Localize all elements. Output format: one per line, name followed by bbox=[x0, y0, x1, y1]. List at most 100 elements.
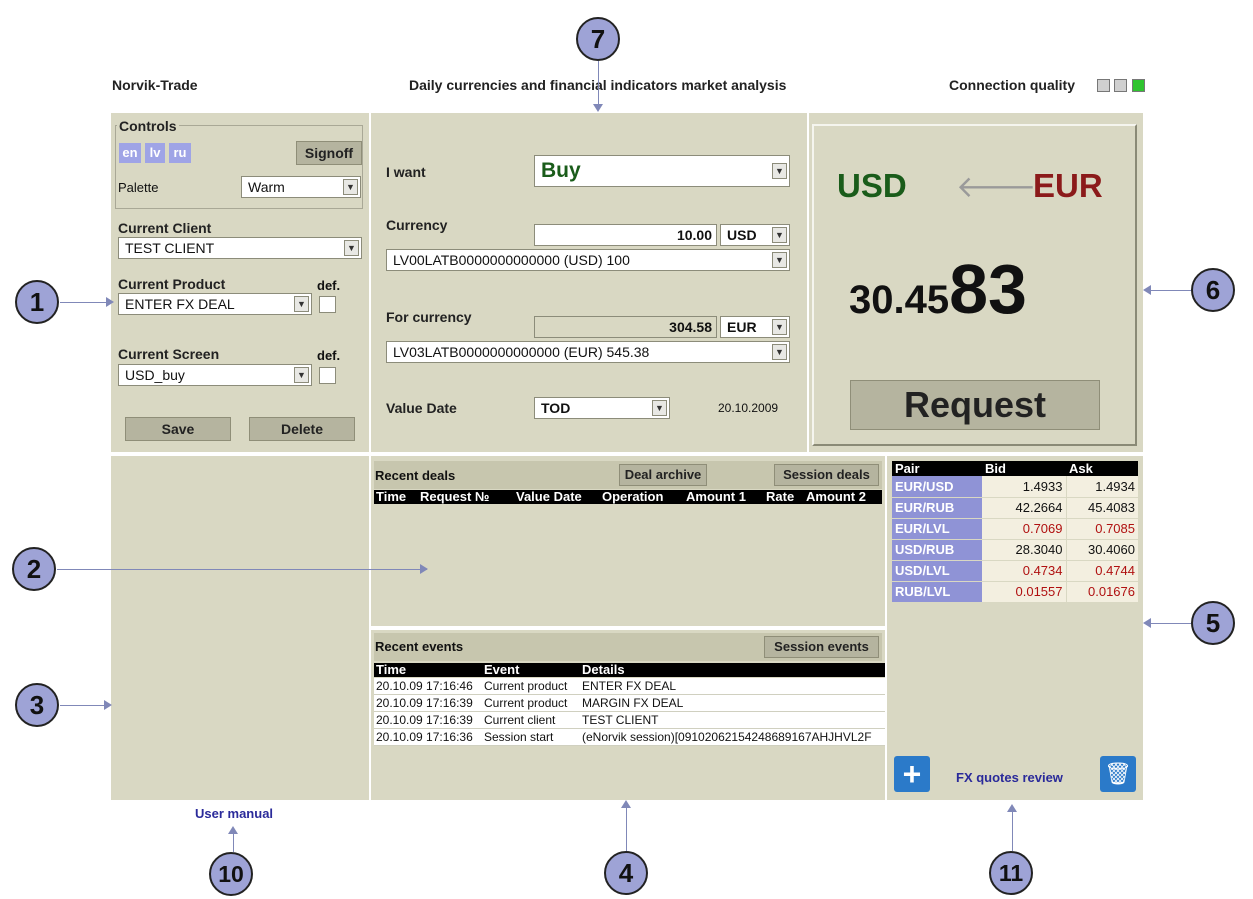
chevron-down-icon: ▼ bbox=[294, 367, 309, 383]
currency-code-select[interactable]: USD ▼ bbox=[720, 224, 790, 246]
column-header: Amount 2 bbox=[806, 489, 866, 504]
rate-pair: USD/LVL bbox=[892, 560, 982, 582]
rate-pair: EUR/USD bbox=[892, 476, 982, 498]
event-row: 20.10.09 17:16:36 Session start (eNorvik s… bbox=[374, 729, 885, 746]
i-want-label: I want bbox=[386, 164, 426, 180]
event-type: Session start bbox=[484, 730, 554, 744]
chevron-down-icon: ▼ bbox=[772, 227, 787, 243]
trash-icon[interactable]: 🗑 bbox=[1100, 756, 1136, 792]
callout-arrow bbox=[1012, 808, 1013, 851]
arrow-right-icon bbox=[106, 297, 114, 307]
palette-value: Warm bbox=[248, 179, 285, 195]
connection-quality-label: Connection quality bbox=[949, 77, 1075, 93]
event-details: MARGIN FX DEAL bbox=[582, 696, 684, 710]
current-screen-select[interactable]: USD_buy ▼ bbox=[118, 364, 312, 386]
screen-def-label: def. bbox=[317, 348, 341, 363]
controls-title: Controls bbox=[117, 118, 179, 134]
add-icon[interactable]: + bbox=[894, 756, 930, 792]
rate-row[interactable]: EUR/LVL 0.7069 0.7085 bbox=[892, 518, 1138, 540]
chevron-down-icon: ▼ bbox=[772, 163, 787, 179]
app-name: Norvik-Trade bbox=[112, 77, 198, 93]
screen-default-checkbox[interactable] bbox=[319, 367, 336, 384]
signoff-button[interactable]: Signoff bbox=[296, 141, 362, 165]
value-date-select[interactable]: TOD ▼ bbox=[534, 397, 670, 419]
for-amount-field: 304.58 bbox=[534, 316, 717, 338]
column-header: Request № bbox=[420, 489, 490, 504]
rate-ask: 30.4060 bbox=[1066, 539, 1138, 561]
rates-panel: Pair Bid Ask EUR/USD 1.4933 1.4934 EUR/RUB 4… bbox=[887, 456, 1143, 800]
value-date-label: Value Date bbox=[386, 400, 457, 416]
current-client-value: TEST CLIENT bbox=[125, 240, 215, 256]
for-currency-label: For currency bbox=[386, 309, 472, 325]
for-code-select[interactable]: EUR ▼ bbox=[720, 316, 790, 338]
arrow-up-icon bbox=[1007, 804, 1017, 812]
callout-badge: 7 bbox=[576, 17, 620, 61]
for-account-select[interactable]: LV03LATB0000000000000 (EUR) 545.38 ▼ bbox=[386, 341, 790, 363]
rate-pair: EUR/LVL bbox=[892, 518, 982, 540]
callout-arrow bbox=[626, 803, 627, 851]
arrow-left-icon bbox=[1143, 285, 1151, 295]
request-button[interactable]: Request bbox=[850, 380, 1100, 430]
user-manual-link[interactable]: User manual bbox=[195, 806, 273, 821]
callout-arrow bbox=[57, 569, 427, 570]
current-screen-value: USD_buy bbox=[125, 367, 185, 383]
chevron-down-icon: ▼ bbox=[343, 179, 358, 195]
event-row: 20.10.09 17:16:46 Current product ENTER FX… bbox=[374, 678, 885, 695]
callout-badge: 6 bbox=[1191, 268, 1235, 312]
rate-bid: 1.4933 bbox=[982, 476, 1067, 498]
recent-deals-panel: Recent deals Deal archive Session deals … bbox=[371, 456, 885, 626]
callout-badge: 11 bbox=[989, 851, 1033, 895]
event-type: Current product bbox=[484, 696, 568, 710]
current-product-value: ENTER FX DEAL bbox=[125, 296, 235, 312]
rate-row[interactable]: EUR/USD 1.4933 1.4934 bbox=[892, 476, 1138, 498]
currency-amount-input[interactable]: 10.00 bbox=[534, 224, 717, 246]
signal-bar-icon bbox=[1097, 79, 1110, 92]
deal-archive-button[interactable]: Deal archive bbox=[619, 464, 707, 486]
callout-arrow bbox=[60, 705, 110, 706]
currency-account-select[interactable]: LV00LATB0000000000000 (USD) 100 ▼ bbox=[386, 249, 790, 271]
palette-label: Palette bbox=[118, 180, 159, 195]
callout-badge: 10 bbox=[209, 852, 253, 896]
event-type: Current product bbox=[484, 679, 568, 693]
arrow-up-icon bbox=[228, 826, 238, 834]
lang-en-button[interactable]: en bbox=[119, 143, 141, 163]
arrow-right-icon bbox=[104, 700, 112, 710]
event-row: 20.10.09 17:16:39 Current product MARGIN F… bbox=[374, 695, 885, 712]
rate-pair: RUB/LVL bbox=[892, 581, 982, 603]
callout-badge: 4 bbox=[604, 851, 648, 895]
event-time: 20.10.09 17:16:39 bbox=[376, 696, 473, 710]
column-header: Bid bbox=[985, 461, 1006, 476]
current-product-select[interactable]: ENTER FX DEAL ▼ bbox=[118, 293, 312, 315]
lang-lv-button[interactable]: lv bbox=[145, 143, 165, 163]
callout-badge: 1 bbox=[15, 280, 59, 324]
current-screen-label: Current Screen bbox=[118, 346, 220, 362]
product-default-checkbox[interactable] bbox=[319, 296, 336, 313]
recent-events-panel: Recent events Session events Time Event … bbox=[371, 630, 885, 800]
operation-select[interactable]: Buy ▼ bbox=[534, 155, 790, 187]
lang-ru-button[interactable]: ru bbox=[169, 143, 191, 163]
rate-row[interactable]: RUB/LVL 0.01557 0.01676 bbox=[892, 581, 1138, 603]
session-deals-button[interactable]: Session deals bbox=[774, 464, 879, 486]
current-client-select[interactable]: TEST CLIENT ▼ bbox=[118, 237, 362, 259]
delete-button[interactable]: Delete bbox=[249, 417, 355, 441]
event-details: ENTER FX DEAL bbox=[582, 679, 677, 693]
quote-panel: USD 🡐 EUR 30.4583 Request bbox=[809, 113, 1143, 452]
arrow-right-icon bbox=[420, 564, 428, 574]
product-def-label: def. bbox=[317, 278, 341, 293]
save-button[interactable]: Save bbox=[125, 417, 231, 441]
rate-row[interactable]: EUR/RUB 42.2664 45.4083 bbox=[892, 497, 1138, 519]
column-header: Time bbox=[376, 489, 407, 504]
rate-pair: USD/RUB bbox=[892, 539, 982, 561]
rate-row[interactable]: USD/RUB 28.3040 30.4060 bbox=[892, 539, 1138, 561]
rate-row[interactable]: USD/LVL 0.4734 0.4744 bbox=[892, 560, 1138, 582]
value-date-date: 20.10.2009 bbox=[718, 401, 779, 415]
column-header: Time bbox=[376, 662, 407, 677]
palette-select[interactable]: Warm ▼ bbox=[241, 176, 361, 198]
column-header: Operation bbox=[602, 489, 664, 504]
chevron-down-icon: ▼ bbox=[652, 400, 667, 416]
event-time: 20.10.09 17:16:39 bbox=[376, 713, 473, 727]
rate-ask: 1.4934 bbox=[1066, 476, 1138, 498]
session-events-button[interactable]: Session events bbox=[764, 636, 879, 658]
callout-badge: 2 bbox=[12, 547, 56, 591]
fx-quotes-review-link[interactable]: FX quotes review bbox=[956, 770, 1063, 785]
